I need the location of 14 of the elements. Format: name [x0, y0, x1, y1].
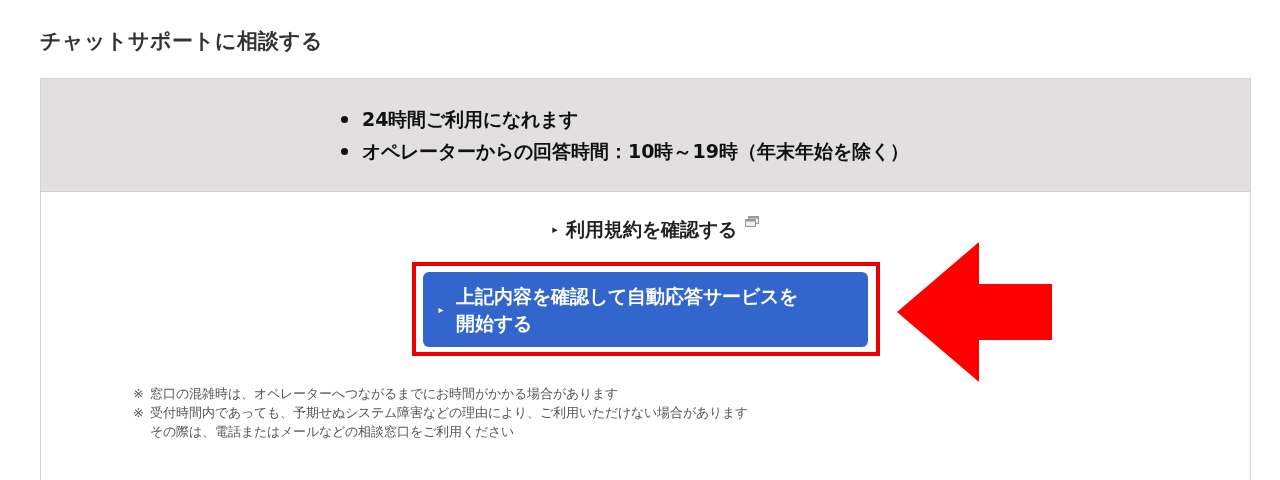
note-mark: ※ [133, 404, 144, 422]
start-service-button[interactable]: ▸ 上記内容を確認して自動応答サービスを 開始する [422, 272, 868, 347]
section-title: チャットサポートに相談する [40, 28, 324, 55]
note-mark: ※ [133, 385, 144, 403]
note-text: 窓口の混雑時は、オペレーターへつながるまでにお時間がかかる場合があります [149, 385, 618, 403]
bullet-icon [341, 115, 348, 123]
bullet-icon [341, 147, 348, 155]
info-text: オペレーターからの回答時間：10時～19時（年末年始を除く） [362, 139, 909, 164]
arrow-icon [896, 242, 1052, 382]
info-text: 24時間ご利用になれます [362, 107, 579, 132]
new-window-icon [744, 216, 759, 227]
note-text: 受付時間内であっても、予期せぬシステム障害などの理由により、ご利用いただけない場合があります その際は、電話またはメールなどの相談窓口をご利用ください [149, 404, 748, 441]
triangle-marker: ▸ [552, 222, 558, 236]
terms-link[interactable]: 利用規約を確認する [565, 212, 737, 246]
